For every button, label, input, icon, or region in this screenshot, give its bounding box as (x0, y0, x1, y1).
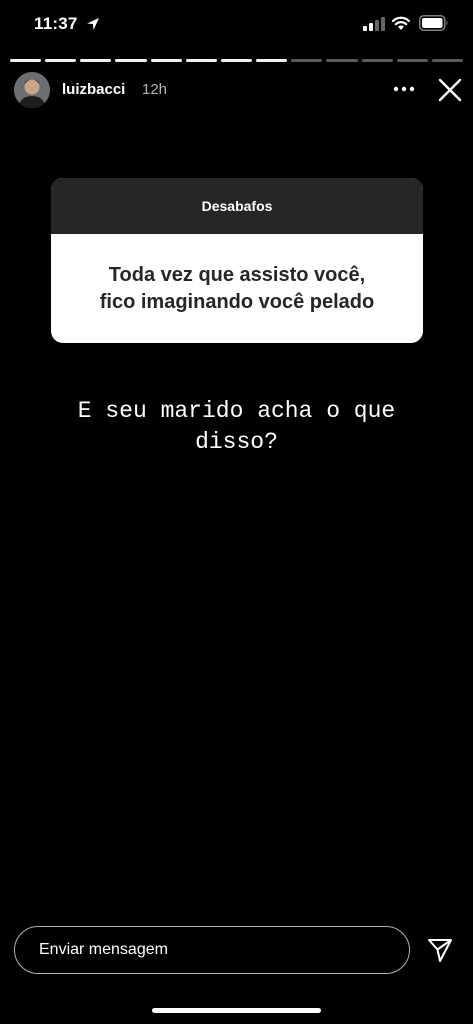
progress-segment (185, 59, 217, 62)
status-time: 11:37 (34, 14, 78, 33)
more-icon[interactable] (392, 86, 416, 92)
progress-segment (115, 59, 147, 62)
message-placeholder: Enviar mensagem (39, 941, 168, 958)
progress-segment (256, 59, 288, 62)
progress-segment (291, 59, 323, 62)
avatar[interactable] (14, 72, 50, 108)
status-bar: 11:37 (0, 0, 473, 52)
answer-line: disso? (195, 429, 278, 455)
progress-segment (80, 59, 112, 62)
progress-segment (396, 59, 428, 62)
answer-line: E seu marido acha o que (77, 398, 396, 424)
signal-icon (363, 17, 385, 31)
question-text: Toda vez que assisto você, fico imaginan… (51, 234, 423, 343)
wifi-icon (391, 16, 411, 30)
progress-segment (150, 59, 182, 62)
question-card: Desabafos Toda vez que assisto você, fic… (51, 178, 423, 343)
story-username[interactable]: luizbacci (62, 81, 125, 98)
progress-segment (431, 59, 464, 62)
avatar-image (14, 72, 50, 108)
progress-segment (220, 59, 253, 62)
progress-segment (326, 59, 358, 62)
question-line: fico imaginando você pelado (99, 290, 375, 313)
send-icon[interactable] (427, 937, 453, 963)
story-timestamp: 12h (142, 81, 168, 98)
location-icon (87, 18, 99, 30)
close-icon[interactable] (437, 77, 463, 103)
progress-segment (45, 59, 77, 62)
progress-segment (361, 59, 393, 62)
question-title: Desabafos (51, 178, 423, 234)
battery-icon (419, 15, 448, 31)
story-progress-bar (10, 59, 464, 62)
answer-text: E seu marido acha o que disso? (40, 396, 433, 458)
message-input[interactable]: Enviar mensagem (14, 926, 410, 974)
home-indicator (152, 1008, 321, 1013)
question-line: Toda vez que assisto você, (108, 263, 366, 286)
progress-segment (10, 59, 42, 62)
